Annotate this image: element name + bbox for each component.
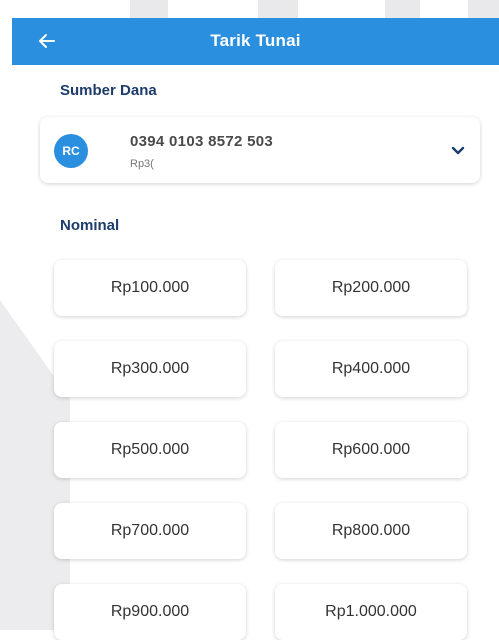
chevron-down-icon[interactable]	[450, 142, 466, 158]
amount-option-1000000[interactable]: Rp1.000.000	[275, 584, 467, 640]
amount-option-600000[interactable]: Rp600.000	[275, 422, 467, 478]
watermark-shape	[385, 0, 420, 18]
balance-mask	[153, 158, 224, 171]
app-header: Tarik Tunai	[12, 18, 499, 65]
amount-option-400000[interactable]: Rp400.000	[275, 341, 467, 397]
watermark-shape	[468, 0, 499, 18]
page-title: Tarik Tunai	[210, 31, 301, 50]
amount-option-700000[interactable]: Rp700.000	[54, 503, 246, 559]
account-selector[interactable]: RC 0394 0103 8572 503 Rp3(	[40, 117, 480, 183]
amount-option-900000[interactable]: Rp900.000	[54, 584, 246, 640]
avatar: RC	[54, 134, 88, 168]
section-label-sumber-dana: Sumber Dana	[60, 82, 157, 99]
balance-text: Rp3(	[130, 158, 154, 170]
account-balance: Rp3(	[130, 158, 224, 171]
amount-option-100000[interactable]: Rp100.000	[54, 260, 246, 316]
watermark-shape	[130, 0, 168, 18]
watermark-shape	[258, 0, 298, 18]
section-label-nominal: Nominal	[60, 217, 120, 234]
amount-option-500000[interactable]: Rp500.000	[54, 422, 246, 478]
amount-option-800000[interactable]: Rp800.000	[275, 503, 467, 559]
amount-option-200000[interactable]: Rp200.000	[275, 260, 467, 316]
amount-option-300000[interactable]: Rp300.000	[54, 341, 246, 397]
account-number: 0394 0103 8572 503	[130, 133, 274, 150]
